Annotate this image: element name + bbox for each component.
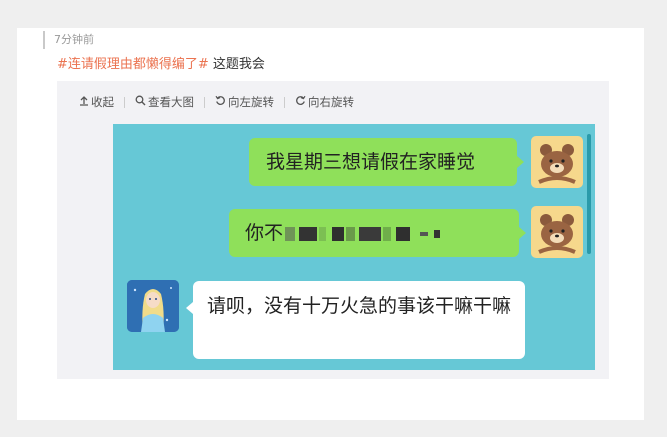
- censored-mosaic: [283, 222, 441, 244]
- toolbar-divider: [284, 96, 285, 108]
- bubble-tail: [186, 302, 193, 314]
- chat-scrollbar: [587, 134, 591, 254]
- rotate-right-button[interactable]: 向右旋转: [295, 94, 354, 110]
- view-large-button[interactable]: 查看大图: [135, 94, 194, 110]
- brown-bear-icon: [531, 206, 583, 258]
- chat-bubble-incoming: 请呗，没有十万火急的事该干嘛干嘛: [193, 281, 525, 359]
- rotate-left-icon: [215, 95, 226, 109]
- chat-bubble-outgoing: 我星期三想请假在家睡觉: [249, 138, 517, 186]
- chat-screenshot[interactable]: 我星期三想请假在家睡觉 你不 请呗，没有十万火急的事该干嘛干嘛: [113, 124, 595, 370]
- collapse-button[interactable]: 收起: [79, 94, 114, 110]
- post-text: #连请假理由都懒得编了# 这题我会: [57, 53, 265, 72]
- toolbar-divider: [124, 96, 125, 108]
- post-card: 7分钟前 #连请假理由都懒得编了# 这题我会 收起 查看大图 向左旋转 向右旋转…: [17, 28, 644, 420]
- view-large-label: 查看大图: [148, 95, 194, 109]
- collapse-label: 收起: [91, 95, 114, 109]
- collapse-arrow-icon: [79, 95, 89, 109]
- message-text: 你不: [245, 222, 284, 244]
- media-box: 收起 查看大图 向左旋转 向右旋转 我星期三想请假在家睡觉 你不 请呗，没有十万…: [57, 81, 609, 379]
- chat-bubble-outgoing: 你不: [229, 209, 519, 257]
- toolbar-divider: [204, 96, 205, 108]
- hashtag-link[interactable]: #连请假理由都懒得编了#: [57, 57, 209, 72]
- post-timestamp[interactable]: 7分钟前: [43, 31, 94, 49]
- rotate-left-label: 向左旋转: [228, 95, 274, 109]
- image-toolbar: 收起 查看大图 向左旋转 向右旋转: [79, 91, 354, 113]
- bubble-tail: [519, 227, 526, 239]
- brown-bear-icon: [531, 136, 583, 188]
- rotate-right-label: 向右旋转: [308, 95, 354, 109]
- ice-princess-avatar: [127, 280, 179, 332]
- post-body: 这题我会: [208, 57, 265, 72]
- rotate-left-button[interactable]: 向左旋转: [215, 94, 274, 110]
- rotate-right-icon: [295, 95, 306, 109]
- bubble-tail: [517, 156, 524, 168]
- magnifier-icon: [135, 95, 146, 109]
